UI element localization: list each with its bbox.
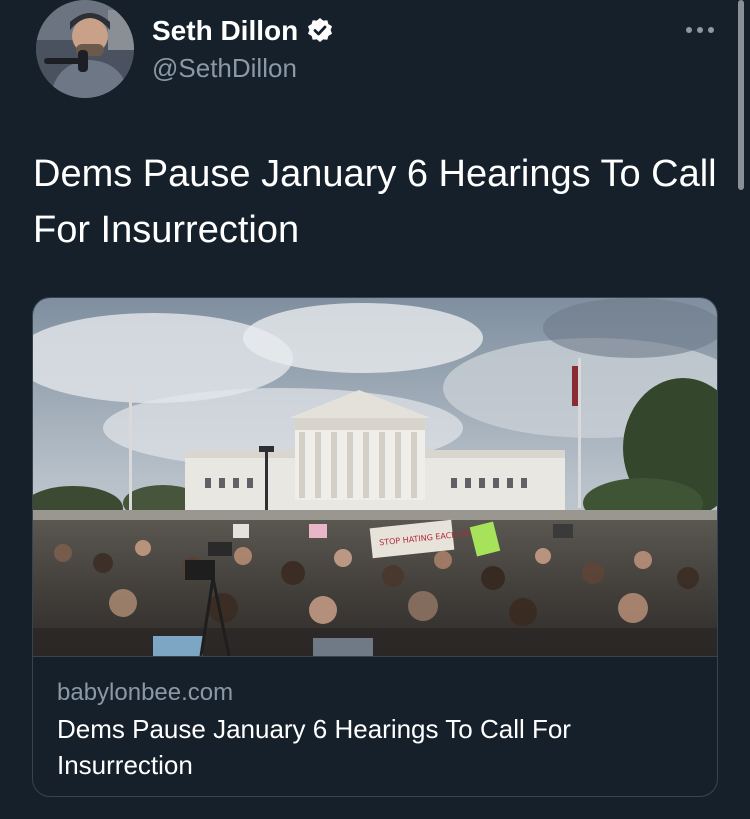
author-handle[interactable]: @SethDillon: [152, 52, 297, 84]
link-card-image[interactable]: STOP HATING EACH OTHER: [33, 298, 717, 657]
avatar[interactable]: [36, 0, 134, 98]
link-card-title[interactable]: Dems Pause January 6 Hearings To Call Fo…: [57, 711, 677, 783]
scrollbar[interactable]: [738, 0, 744, 190]
tweet-text: Dems Pause January 6 Hearings To Call Fo…: [33, 153, 717, 251]
tweet-view: Seth Dillon @SethDillon Dems Pause Janua…: [0, 0, 750, 819]
more-options-icon[interactable]: [683, 20, 717, 40]
link-card[interactable]: STOP HATING EACH OTHER babylonbee.com De…: [32, 297, 718, 797]
link-card-domain[interactable]: babylonbee.com: [57, 678, 233, 708]
author-name-row[interactable]: Seth Dillon: [152, 14, 334, 48]
avatar-image: [36, 0, 134, 98]
supreme-court-protest-image: STOP HATING EACH OTHER: [33, 298, 717, 657]
author-display-name[interactable]: Seth Dillon: [152, 14, 298, 48]
verified-badge-icon: [306, 17, 334, 45]
